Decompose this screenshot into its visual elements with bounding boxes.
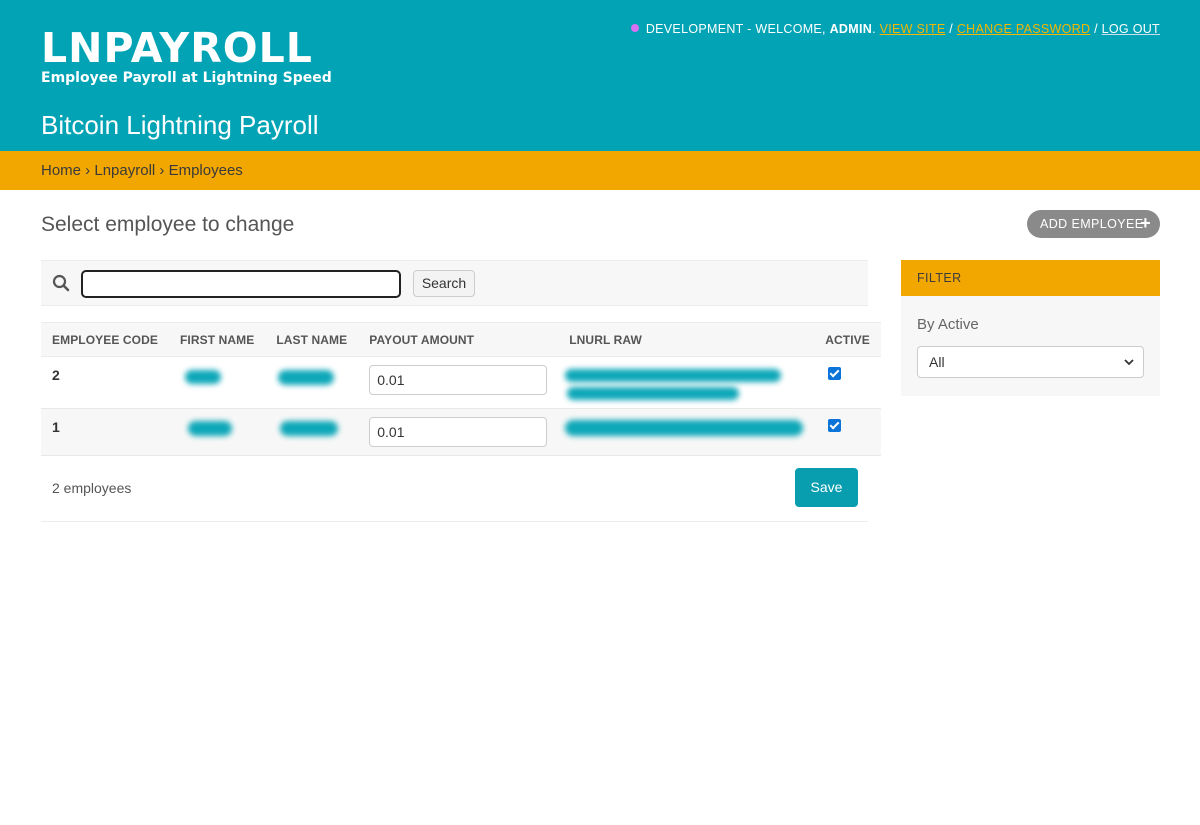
column-active[interactable]: ACTIVE: [814, 322, 881, 357]
column-first-name[interactable]: FIRST NAME: [168, 322, 266, 357]
table-row: 2: [41, 356, 881, 409]
user-tools-separator: /: [945, 22, 957, 36]
user-tools-separator: /: [1090, 22, 1102, 36]
payout-amount-input[interactable]: [369, 365, 548, 395]
breadcrumb-separator: ›: [155, 162, 169, 179]
payout-cell: [358, 356, 559, 409]
plus-icon: +: [1140, 213, 1151, 233]
chevron-down-icon: [1124, 359, 1134, 366]
active-cell: [814, 408, 881, 456]
view-site-link[interactable]: VIEW SITE: [880, 22, 946, 36]
page-title: Select employee to change: [41, 213, 295, 236]
logo-title[interactable]: LNPAYROLL: [41, 26, 313, 70]
results-table: EMPLOYEE CODE FIRST NAME LAST NAME PAYOU…: [41, 322, 881, 456]
lnurl-redacted: [558, 408, 815, 456]
save-button[interactable]: Save: [795, 468, 858, 507]
column-payout-amount[interactable]: PAYOUT AMOUNT: [358, 322, 559, 357]
search-input[interactable]: [81, 270, 401, 298]
logo-subtitle: Employee Payroll at Lightning Speed: [41, 70, 332, 86]
table-header-row: EMPLOYEE CODE FIRST NAME LAST NAME PAYOU…: [41, 322, 881, 357]
last-name-redacted: [265, 356, 359, 409]
active-checkbox[interactable]: [828, 419, 842, 432]
result-count: 2 employees: [52, 480, 132, 496]
breadcrumb-current: Employees: [168, 162, 243, 179]
breadcrumb-home[interactable]: Home: [41, 162, 81, 179]
breadcrumb: Home › Lnpayroll › Employees: [0, 151, 1200, 190]
breadcrumb-separator: ›: [81, 162, 95, 179]
username: ADMIN: [829, 22, 873, 36]
search-button[interactable]: Search: [413, 270, 475, 297]
log-out-link[interactable]: LOG OUT: [1102, 22, 1160, 36]
first-name-redacted: [168, 356, 266, 409]
active-filter-value: All: [929, 354, 945, 370]
filter-panel: FILTER By Active All: [901, 260, 1160, 396]
employee-code-link[interactable]: 1: [41, 408, 169, 456]
add-employee-label: ADD EMPLOYEE: [1040, 217, 1144, 231]
change-password-link[interactable]: CHANGE PASSWORD: [957, 22, 1090, 36]
user-tools: DEVELOPMENT - WELCOME, ADMIN. VIEW SITE …: [630, 21, 1160, 37]
payout-amount-input[interactable]: [369, 417, 548, 447]
active-checkbox[interactable]: [828, 367, 842, 380]
filter-by-active-label: By Active: [917, 316, 979, 333]
paginator: 2 employees Save: [41, 455, 868, 522]
welcome-text: DEVELOPMENT - WELCOME,: [645, 22, 830, 36]
active-filter-select[interactable]: All: [917, 346, 1144, 378]
site-header: LNPAYROLL Employee Payroll at Lightning …: [0, 0, 1200, 151]
welcome-punct: .: [872, 22, 880, 36]
column-employee-code[interactable]: EMPLOYEE CODE: [41, 322, 169, 357]
filter-title: FILTER: [901, 260, 1160, 296]
environment-dot-icon: [630, 24, 639, 32]
search-icon: [52, 274, 70, 292]
first-name-redacted: [168, 408, 266, 456]
search-toolbar: Search: [41, 260, 868, 306]
employee-code-link[interactable]: 2: [41, 356, 169, 409]
breadcrumb-app[interactable]: Lnpayroll: [94, 162, 155, 179]
lnurl-redacted: [558, 356, 815, 409]
add-employee-button[interactable]: ADD EMPLOYEE +: [1027, 210, 1160, 238]
column-lnurl-raw[interactable]: LNURL RAW: [558, 322, 815, 357]
column-last-name[interactable]: LAST NAME: [265, 322, 359, 357]
table-row: 1: [41, 408, 881, 456]
site-name[interactable]: Bitcoin Lightning Payroll: [41, 109, 319, 141]
last-name-redacted: [265, 408, 359, 456]
active-cell: [814, 356, 881, 409]
payout-cell: [358, 408, 559, 456]
